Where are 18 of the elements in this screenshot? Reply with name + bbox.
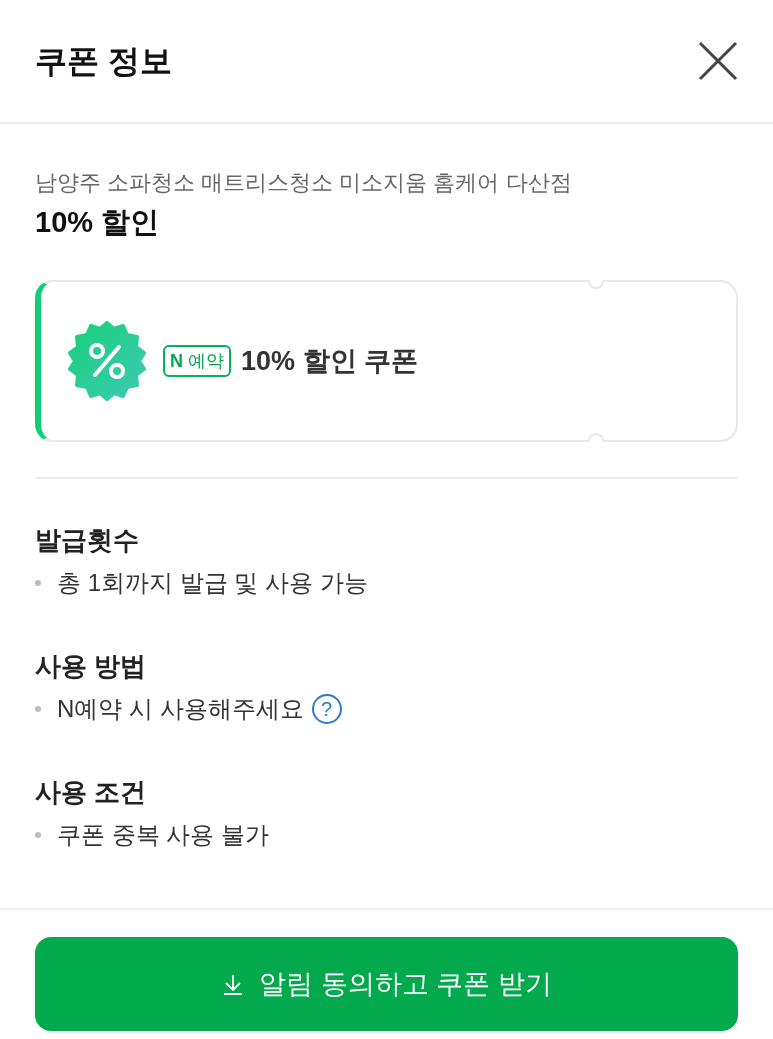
bullet-icon — [35, 580, 41, 586]
condition-text: 총 1회까지 발급 및 사용 가능 — [57, 568, 368, 598]
percent-badge-icon — [67, 321, 147, 401]
section-heading: 발급횟수 — [35, 524, 140, 557]
close-button[interactable] — [697, 40, 739, 82]
window-title: 쿠폰 정보 — [35, 42, 172, 81]
section-heading: 사용 방법 — [35, 650, 148, 683]
section-heading: 사용 조건 — [35, 776, 148, 809]
help-button[interactable]: ? — [311, 694, 342, 724]
coupon-title: 10% 할인 쿠폰 — [241, 344, 419, 378]
bullet-icon — [35, 832, 41, 838]
condition-text: 쿠폰 중복 사용 불가 — [57, 820, 269, 850]
store-name: 남양주 소파청소 매트리스청소 미소지움 홈케어 다산점 — [35, 169, 573, 197]
discount-title: 10% 할인 — [35, 205, 161, 240]
condition-text: N예약 시 사용해주세요 — [57, 694, 304, 724]
get-coupon-button[interactable]: 알림 동의하고 쿠폰 받기 — [35, 937, 738, 1031]
booking-badge: N 예약 — [163, 345, 231, 377]
bullet-icon — [35, 706, 41, 712]
